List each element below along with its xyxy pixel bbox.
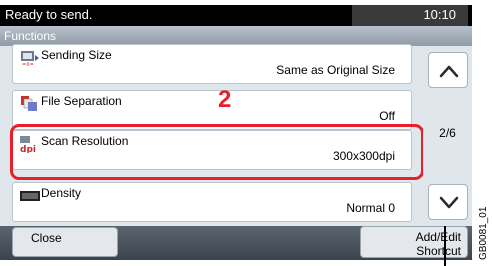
svg-text:=X=: =X= — [22, 62, 34, 67]
sending-size-icon: =X= — [19, 49, 41, 68]
scroll-up-button[interactable] — [428, 52, 468, 88]
status-time: 10:10 — [423, 7, 456, 22]
row-value: Normal 0 — [346, 201, 395, 215]
row-value: Same as Original Size — [276, 63, 395, 77]
status-bar: Ready to send. 10:10 — [0, 5, 472, 26]
row-sending-size[interactable]: =X= Sending Size Same as Original Size — [12, 44, 412, 84]
callout-pointer-line — [444, 226, 446, 266]
file-separation-icon — [19, 95, 41, 113]
add-edit-line2: Shortcut — [416, 244, 461, 258]
navigation-column: 2/6 — [423, 46, 472, 226]
bottom-bar: Close Add/Edit Shortcut — [0, 226, 472, 260]
status-message: Ready to send. — [5, 7, 93, 22]
step-callout: 2 — [218, 86, 232, 113]
highlight-scan-resolution — [10, 124, 424, 180]
screen-title: Functions — [0, 26, 472, 46]
chevron-up-icon — [439, 65, 459, 78]
row-label: Sending Size — [41, 48, 112, 62]
add-edit-line1: Add/Edit — [415, 230, 461, 244]
add-edit-shortcut-button[interactable]: Add/Edit Shortcut — [360, 226, 468, 258]
page-indicator: 2/6 — [439, 126, 456, 140]
row-density[interactable]: Density Normal 0 — [12, 182, 412, 222]
row-value: Off — [379, 109, 395, 123]
close-button[interactable]: Close — [12, 227, 118, 257]
scroll-down-button[interactable] — [428, 184, 468, 220]
chevron-down-icon — [439, 196, 459, 209]
row-label: File Separation — [41, 94, 122, 108]
row-label: Density — [41, 186, 82, 200]
density-icon — [19, 187, 41, 205]
figure-id: GB0081_01 — [478, 206, 489, 260]
